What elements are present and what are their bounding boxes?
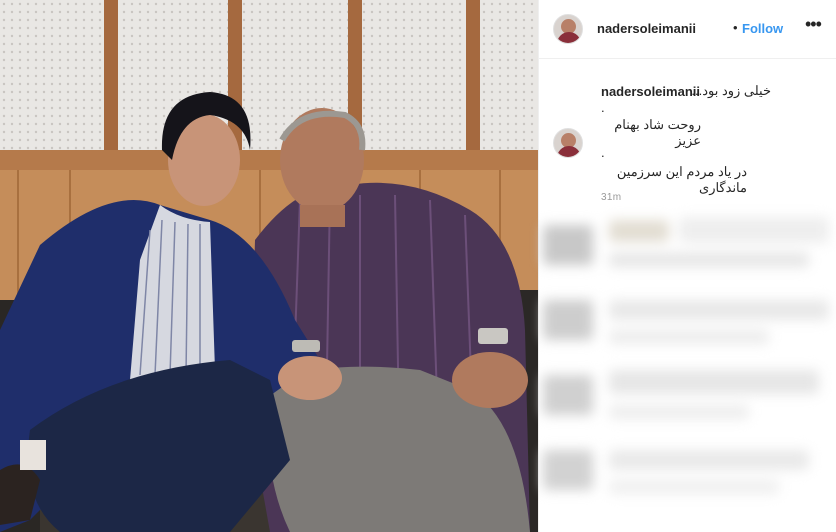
caption-line-3: در یاد مردم این سرزمین ماندگاری	[616, 164, 747, 195]
author-username[interactable]: nadersoleimanii	[597, 21, 696, 36]
avatar-body-shape	[557, 146, 581, 157]
post-timestamp[interactable]: 31m	[601, 192, 621, 203]
caption-dot-2: .	[601, 145, 605, 160]
blurred-comments	[539, 205, 836, 532]
blurred-avatar	[543, 375, 593, 415]
blurred-text	[609, 480, 779, 494]
blurred-avatar	[543, 300, 593, 340]
blurred-text	[609, 450, 809, 470]
post-header: nadersoleimanii • Follow •••	[539, 0, 836, 59]
blurred-text	[609, 220, 669, 242]
blurred-text	[609, 253, 809, 267]
avatar-body-shape	[557, 32, 581, 43]
blurred-text	[609, 370, 819, 394]
header-separator: •	[733, 20, 738, 35]
follow-button[interactable]: Follow	[742, 21, 783, 36]
post-image	[0, 0, 538, 532]
post-side-panel: nadersoleimanii • Follow ••• nadersoleim…	[538, 0, 836, 532]
caption-dot-1: .	[601, 100, 605, 115]
author-avatar[interactable]	[553, 14, 583, 44]
blurred-avatar	[543, 225, 593, 265]
blurred-text	[609, 300, 829, 320]
blurred-text	[679, 217, 829, 243]
caption-line-2: روحت شاد بهنام عزیز	[614, 117, 701, 148]
more-options-icon[interactable]: •••	[805, 14, 822, 35]
post-photo[interactable]	[0, 0, 538, 532]
blurred-avatar	[543, 450, 593, 490]
caption-avatar[interactable]	[553, 128, 583, 158]
blurred-text	[609, 405, 749, 419]
caption-line-1: خیلی زود بود...	[691, 83, 771, 98]
blurred-text	[609, 330, 769, 344]
